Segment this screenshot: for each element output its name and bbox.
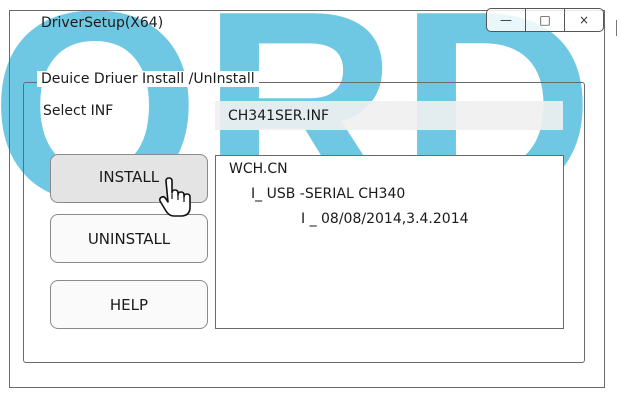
maximize-button[interactable]: □ — [526, 9, 565, 31]
driver-info-panel: WCH.CN I_ USB -SERIAL CH340 I _ 08/08/20… — [215, 155, 564, 329]
help-button[interactable]: HELP — [50, 280, 208, 329]
uninstall-button[interactable]: UNINSTALL — [50, 214, 208, 263]
info-line-vendor: WCH.CN — [229, 161, 288, 177]
info-line-version: I _ 08/08/2014,3.4.2014 — [301, 211, 469, 227]
select-inf-label: Select INF — [43, 103, 114, 119]
hand-pointer-icon — [156, 177, 192, 221]
close-button[interactable]: × — [565, 9, 603, 31]
minimize-button[interactable]: — — [487, 9, 526, 31]
info-line-device: I_ USB -SERIAL CH340 — [251, 186, 406, 202]
window-title: DriverSetup(X64) — [41, 15, 164, 31]
background-divider — [616, 20, 617, 36]
window-controls: — □ × — [486, 8, 604, 32]
groupbox-legend: Deuice Driuer Install /UnInstall — [37, 71, 259, 87]
inf-file-field[interactable]: CH341SER.INF — [215, 101, 563, 130]
